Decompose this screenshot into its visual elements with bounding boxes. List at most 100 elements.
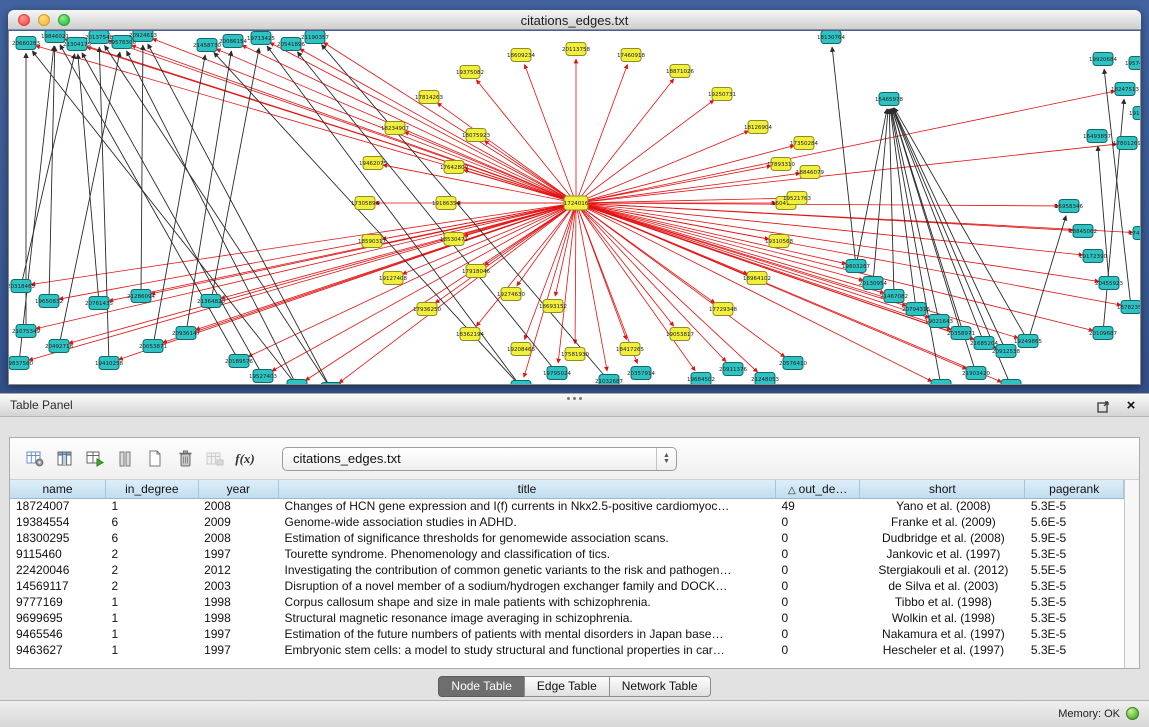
network-node[interactable]: 19186354	[432, 197, 460, 210]
cell-name[interactable]: 19384554	[10, 514, 106, 530]
table-row[interactable]: 946554611997Estimation of the future num…	[10, 626, 1124, 642]
cell-pagerank[interactable]: 5.6E-5	[1025, 514, 1124, 530]
table-row[interactable]: 911546021997Tourette syndrome. Phenomeno…	[10, 546, 1124, 562]
cell-title[interactable]: Investigating the contribution of common…	[279, 562, 776, 578]
network-node[interactable]: 19274630	[497, 288, 525, 301]
cell-year[interactable]: 2003	[198, 578, 278, 594]
network-node[interactable]: 19208463	[507, 343, 535, 356]
network-node[interactable]: 15465978	[875, 93, 903, 106]
import-table-icon[interactable]	[200, 444, 230, 474]
network-node[interactable]: 17460918	[617, 49, 645, 62]
cell-short[interactable]: Hescheler et al. (1997)	[860, 642, 1025, 658]
network-node[interactable]: 18362194	[456, 328, 484, 341]
cell-out_degree[interactable]: 0	[775, 530, 859, 546]
network-node[interactable]: 20109687	[1089, 327, 1117, 340]
cell-title[interactable]: Estimation of significance thresholds fo…	[279, 530, 776, 546]
network-node[interactable]: 20358971	[947, 327, 975, 340]
network-node[interactable]: 19249865	[1014, 335, 1042, 348]
network-svg[interactable]: 2066028319846021213041752013754819578306…	[9, 31, 1140, 385]
network-node[interactable]: 19021643	[925, 315, 953, 328]
network-node[interactable]: 19527403	[249, 370, 277, 383]
cell-name[interactable]: 18300295	[10, 530, 106, 546]
network-node[interactable]: 20576410	[779, 357, 807, 370]
cell-out_degree[interactable]: 0	[775, 546, 859, 562]
cell-pagerank[interactable]: 5.3E-5	[1025, 610, 1124, 626]
network-node[interactable]: 17893310	[767, 158, 795, 171]
cell-short[interactable]: Wolkin et al. (1998)	[860, 610, 1025, 626]
table-vertical-scrollbar[interactable]	[1124, 480, 1139, 668]
network-node[interactable]: 17350284	[790, 137, 818, 150]
cell-year[interactable]: 1998	[198, 610, 278, 626]
network-node[interactable]: 17918046	[462, 265, 490, 278]
cell-name[interactable]: 9463627	[10, 642, 106, 658]
cell-year[interactable]: 1997	[198, 642, 278, 658]
cell-title[interactable]: Corpus callosum shape and size in male p…	[279, 594, 776, 610]
network-node[interactable]: 19713425	[247, 32, 275, 45]
network-node[interactable]: 19375082	[456, 66, 484, 79]
network-node[interactable]: 19521763	[783, 192, 811, 205]
cell-out_degree[interactable]: 0	[775, 578, 859, 594]
network-node[interactable]: 17801269	[1113, 137, 1140, 150]
network-node[interactable]: 20318465	[9, 280, 35, 293]
cell-out_degree[interactable]: 0	[775, 594, 859, 610]
cell-pagerank[interactable]: 5.3E-5	[1025, 578, 1124, 594]
network-node[interactable]: 19053817	[666, 328, 694, 341]
network-node[interactable]: 18075923	[462, 129, 490, 142]
cell-out_degree[interactable]: 0	[775, 642, 859, 658]
network-node[interactable]: 18126904	[744, 121, 772, 134]
table-mode-icon[interactable]	[20, 444, 50, 474]
network-node[interactable]: 19920684	[1089, 53, 1117, 66]
tab-node-table[interactable]: Node Table	[438, 676, 525, 697]
cell-in_degree[interactable]: 6	[106, 514, 199, 530]
network-node[interactable]: 19650832	[35, 295, 63, 308]
network-node[interactable]: 21685204	[970, 337, 998, 350]
cell-in_degree[interactable]: 1	[106, 498, 199, 514]
network-node[interactable]: 17305896	[351, 197, 379, 210]
cell-name[interactable]: 9465546	[10, 626, 106, 642]
cell-in_degree[interactable]: 1	[106, 594, 199, 610]
tab-network-table[interactable]: Network Table	[609, 676, 711, 697]
cell-in_degree[interactable]: 2	[106, 546, 199, 562]
create-column-icon[interactable]	[140, 444, 170, 474]
network-node[interactable]: 19803267	[842, 260, 870, 273]
column-header-year[interactable]: year	[198, 480, 278, 498]
window-titlebar[interactable]: citations_edges.txt	[8, 10, 1141, 30]
cell-in_degree[interactable]: 1	[106, 626, 199, 642]
network-node[interactable]: 21075349	[12, 325, 40, 338]
table-row[interactable]: 946362711997Embryonic stem cells: a mode…	[10, 642, 1124, 658]
cell-short[interactable]: Nakamura et al. (1997)	[860, 626, 1025, 642]
network-node[interactable]: 20468135	[507, 381, 535, 386]
cell-name[interactable]: 14569117	[10, 578, 106, 594]
function-builder-icon[interactable]: f(x)	[230, 444, 260, 474]
network-node[interactable]: 18417265	[616, 343, 644, 356]
network-node[interactable]: 17936250	[413, 303, 441, 316]
network-node[interactable]: 17814263	[415, 91, 443, 104]
network-node[interactable]: 18609234	[507, 49, 535, 62]
network-node[interactable]: 20189576	[225, 355, 253, 368]
cell-year[interactable]: 2008	[198, 530, 278, 546]
network-node[interactable]: 18530471	[440, 233, 468, 246]
table-row[interactable]: 1872400712008Changes of HCN gene express…	[10, 498, 1124, 514]
cell-short[interactable]: de Silva et al. (2003)	[860, 578, 1025, 594]
cell-out_degree[interactable]: 0	[775, 610, 859, 626]
cell-title[interactable]: Estimation of the future numbers of pati…	[279, 626, 776, 642]
network-node[interactable]: 21032687	[595, 375, 623, 386]
cell-title[interactable]: Structural magnetic resonance image aver…	[279, 610, 776, 626]
network-node[interactable]: 19128596	[1129, 107, 1140, 120]
table-row[interactable]: 1830029562008Estimation of significance …	[10, 530, 1124, 546]
network-node[interactable]: 18234907	[381, 122, 409, 135]
cell-name[interactable]: 9115460	[10, 546, 106, 562]
network-node[interactable]: 18693152	[539, 300, 567, 313]
network-node[interactable]: 21190357	[301, 31, 329, 44]
network-node[interactable]: 20874261	[283, 380, 311, 386]
network-node[interactable]: 20761435	[85, 297, 113, 310]
network-node[interactable]: 17581930	[561, 348, 589, 361]
cell-pagerank[interactable]: 5.3E-5	[1025, 642, 1124, 658]
network-node[interactable]: 18247513	[1111, 83, 1139, 96]
cell-title[interactable]: Tourette syndrome. Phenomenology and cla…	[279, 546, 776, 562]
network-node[interactable]: 19684502	[687, 373, 715, 386]
table-row[interactable]: 1456911722003Disruption of a novel membe…	[10, 578, 1124, 594]
network-node[interactable]: 20911376	[719, 363, 747, 376]
column-header-in_degree[interactable]: in_degree	[106, 480, 199, 498]
cell-year[interactable]: 2012	[198, 562, 278, 578]
